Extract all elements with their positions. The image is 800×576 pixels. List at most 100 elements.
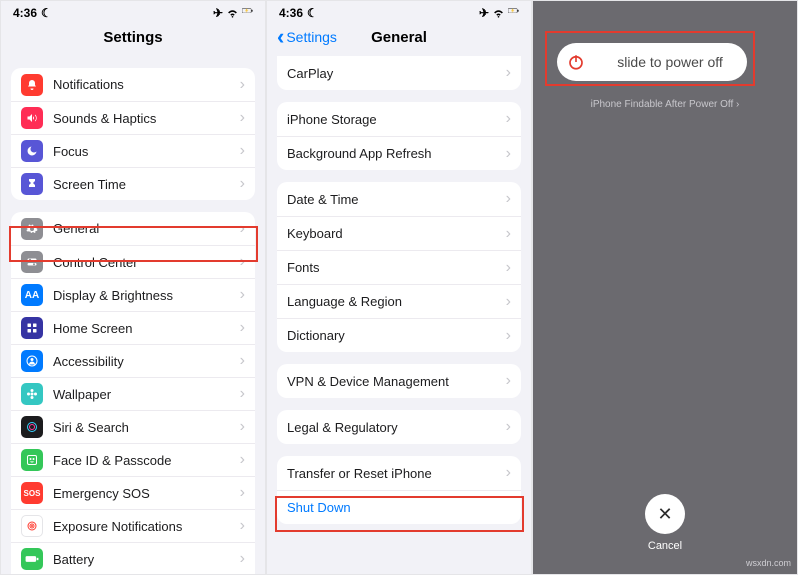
row-carplay[interactable]: CarPlay› [277,56,521,90]
row-label: Notifications [53,77,240,92]
chevron-right-icon: › [506,259,511,277]
row-label: Wallpaper [53,387,240,402]
chevron-right-icon: › [506,327,511,345]
row-label: Home Screen [53,321,240,336]
general-group-vpn: VPN & Device Management› [277,364,521,398]
row-shut-down[interactable]: Shut Down [277,490,521,524]
row-label: Date & Time [287,192,506,207]
general-group-reset: Transfer or Reset iPhone›Shut Down [277,456,521,524]
chevron-right-icon: › [240,175,245,193]
row-date-time[interactable]: Date & Time› [277,182,521,216]
row-label: Battery [53,552,240,567]
row-transfer-reset[interactable]: Transfer or Reset iPhone› [277,456,521,490]
settings-group-2: General›Control Center› AA Display & Brigh… [11,212,255,575]
grid-icon [21,317,43,339]
moon-icon [21,140,43,162]
chevron-right-icon: › [506,418,511,436]
row-label: VPN & Device Management [287,374,506,389]
row-siri-search[interactable]: Siri & Search› [11,410,255,443]
watermark: wsxdn.com [746,558,791,568]
row-accessibility[interactable]: Accessibility› [11,344,255,377]
row-legal-regulatory[interactable]: Legal & Regulatory› [277,410,521,444]
slide-to-power-off[interactable]: slide to power off [557,43,747,81]
general-group-legal: Legal & Regulatory› [277,410,521,444]
battery-icon [242,8,253,19]
wifi-icon [493,8,504,19]
power-off-screen: slide to power off iPhone Findable After… [532,0,798,575]
row-face-id-passcode[interactable]: Face ID & Passcode› [11,443,255,476]
chevron-right-icon: › [240,484,245,502]
speaker-icon [21,107,43,129]
row-label: Dictionary [287,328,506,343]
exposure-icon [21,515,43,537]
row-general[interactable]: General› [11,212,255,245]
chevron-right-icon: › [506,293,511,311]
row-label: Language & Region [287,294,506,309]
row-emergency-sos[interactable]: SOSEmergency SOS› [11,476,255,509]
row-label: Display & Brightness [53,288,240,303]
status-bar: 4:36 ☾ ✈ [1,1,265,23]
row-exposure-notifications[interactable]: Exposure Notifications› [11,509,255,542]
row-label: Siri & Search [53,420,240,435]
hourglass-icon [21,173,43,195]
row-sounds-haptics[interactable]: Sounds & Haptics› [11,101,255,134]
row-battery[interactable]: Battery› [11,542,255,575]
row-label: Background App Refresh [287,146,506,161]
chevron-right-icon: › [240,220,245,238]
row-control-center[interactable]: Control Center› [11,245,255,278]
chevron-right-icon: › [240,517,245,535]
chevron-right-icon: › [240,319,245,337]
airplane-mode-icon: ✈ [213,6,223,20]
aa-icon: AA [21,284,43,306]
row-vpn-device-management[interactable]: VPN & Device Management› [277,364,521,398]
chevron-right-icon: › [506,225,511,243]
row-dictionary[interactable]: Dictionary› [277,318,521,352]
row-label: CarPlay [287,66,506,81]
row-background-app-refresh[interactable]: Background App Refresh› [277,136,521,170]
settings-group-1: Notifications›Sounds & Haptics›Focus›Scr… [11,68,255,200]
chevron-right-icon: › [240,142,245,160]
close-icon: ✕ [657,504,672,525]
chevron-right-icon: › [240,286,245,304]
chevron-right-icon: › [506,464,511,482]
chevron-right-icon: › [506,372,511,390]
row-home-screen[interactable]: Home Screen› [11,311,255,344]
row-wallpaper[interactable]: Wallpaper› [11,377,255,410]
row-label: Transfer or Reset iPhone [287,466,506,481]
sos-icon: SOS [21,482,43,504]
switches-icon [21,251,43,273]
row-language-region[interactable]: Language & Region› [277,284,521,318]
general-group-partial: CarPlay› [277,56,521,90]
chevron-right-icon: › [240,109,245,127]
settings-screen: 4:36 ☾ ✈ Settings Notifications›Sounds &… [0,0,266,575]
page-title: Settings [103,29,162,46]
row-screen-time[interactable]: Screen Time› [11,167,255,200]
row-label: Keyboard [287,226,506,241]
cancel-button[interactable]: ✕ [645,494,685,534]
findable-text[interactable]: iPhone Findable After Power Off › [533,99,797,110]
row-notifications[interactable]: Notifications› [11,68,255,101]
back-button[interactable]: Settings [277,29,337,45]
chevron-right-icon: › [240,253,245,271]
row-fonts[interactable]: Fonts› [277,250,521,284]
row-keyboard[interactable]: Keyboard› [277,216,521,250]
row-label: Fonts [287,260,506,275]
slider-text: slide to power off [593,54,747,70]
chevron-right-icon: › [240,550,245,568]
bell-icon [21,74,43,96]
row-label: Accessibility [53,354,240,369]
row-display-brightness[interactable]: AA Display & Brightness› [11,278,255,311]
moon-icon: ☾ [307,6,318,20]
chevron-right-icon: › [240,418,245,436]
row-iphone-storage[interactable]: iPhone Storage› [277,102,521,136]
row-label: Sounds & Haptics [53,111,240,126]
header-general: Settings General [267,23,531,56]
cancel-label: Cancel [533,540,797,552]
face-icon [21,449,43,471]
battery-icon [508,8,519,19]
row-focus[interactable]: Focus› [11,134,255,167]
chevron-right-icon: › [506,64,511,82]
moon-icon: ☾ [41,6,52,20]
power-icon [559,45,593,79]
status-time: 4:36 [279,6,303,20]
